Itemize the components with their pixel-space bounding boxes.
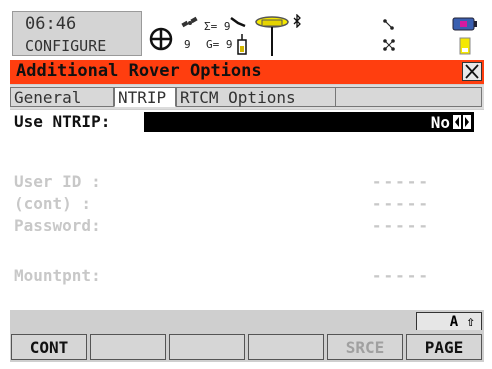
f2-button[interactable] [90,334,166,360]
f4-button[interactable] [248,334,324,360]
clock: 06:46 [25,14,77,34]
mountpnt-label: Mountpnt: [14,266,101,285]
cont-label: (cont) : [14,194,92,213]
radio-icon [237,34,247,55]
mode-label: CONFIGURE [25,37,107,55]
use-ntrip-row: Use NTRIP: No [10,110,484,132]
bluetooth-icon [293,14,301,28]
window-title: Additional Rover Options [16,61,262,81]
form-content: Use NTRIP: No User ID : ----- (cont) : -… [10,110,484,310]
user-id-row[interactable]: User ID : ----- [10,172,484,194]
cont-button[interactable]: CONT [11,334,87,360]
time-mode-box: 06:46 CONFIGURE [12,11,142,56]
device-screen: 06:46 CONFIGURE 9 Σ= 9 G= 9 Additional R… [10,10,484,362]
network-icon [383,19,394,30]
sigma-count: Σ= 9 [204,20,231,33]
link-icon [383,39,395,51]
title-bar: Additional Rover Options [10,60,484,84]
battery-icon [452,17,477,31]
mountpnt-row[interactable]: Mountpnt: ----- [10,266,484,288]
cont-row[interactable]: (cont) : ----- [10,194,484,216]
use-ntrip-value: No [430,113,450,132]
glonass-count: G= 9 [206,38,233,51]
cont-value: ----- [371,194,430,213]
user-id-value: ----- [371,172,430,191]
password-value: ----- [371,216,430,235]
tab-bar: General NTRIP RTCM Options [10,85,484,109]
status-bar: 06:46 CONFIGURE 9 Σ= 9 G= 9 [10,10,484,60]
close-icon [465,64,479,79]
status-icons: 9 Σ= 9 G= 9 [146,12,482,58]
srce-button[interactable]: SRCE [327,334,403,360]
tab-bar-fill [336,87,482,107]
user-id-label: User ID : [14,172,101,191]
password-row[interactable]: Password: ----- [10,216,484,238]
satellite-icon [181,16,198,28]
storage-icon [459,37,471,55]
page-button[interactable]: PAGE [406,334,482,360]
use-ntrip-label: Use NTRIP: [14,112,111,131]
tab-general[interactable]: General [10,87,114,107]
crosshair-icon [149,27,173,51]
shift-area: A ⇧ [10,310,484,332]
use-ntrip-select[interactable]: No [144,112,474,132]
tab-ntrip[interactable]: NTRIP [114,87,176,107]
sats-tracked: 9 [184,38,191,51]
signal-icon [230,16,246,28]
function-key-bar: CONT SRCE PAGE [10,332,484,362]
rover-antenna-icon [255,16,289,56]
password-label: Password: [14,216,101,235]
left-right-arrows-icon [453,115,471,129]
close-button[interactable] [462,62,482,81]
tab-rtcm-options[interactable]: RTCM Options [176,87,336,107]
mountpnt-value: ----- [371,266,430,285]
f3-button[interactable] [169,334,245,360]
shift-indicator: A ⇧ [416,312,482,330]
